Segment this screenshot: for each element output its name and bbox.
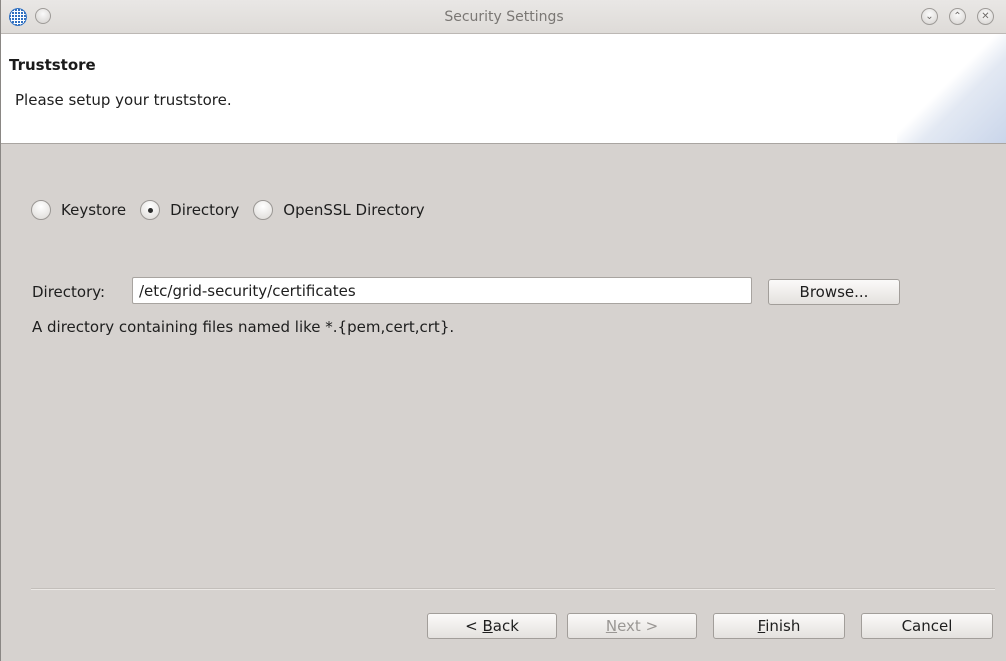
radio-keystore[interactable]: Keystore: [31, 200, 126, 220]
radio-directory[interactable]: Directory: [140, 200, 239, 220]
back-button-prefix: <: [465, 617, 483, 635]
finish-button[interactable]: Finish: [713, 613, 845, 639]
radio-button-checked-icon[interactable]: [140, 200, 161, 220]
radio-button-icon[interactable]: [31, 200, 51, 220]
radio-directory-label: Directory: [170, 201, 240, 219]
back-button-mnemonic: B: [482, 617, 493, 635]
next-button-mnemonic: N: [605, 617, 618, 635]
security-settings-window: Security Settings ⌄ ⌃ ✕ Truststore Pleas…: [0, 0, 1006, 661]
page-description: Please setup your truststore.: [15, 91, 232, 109]
next-button[interactable]: Next >: [567, 613, 697, 639]
browse-button[interactable]: Browse...: [768, 279, 900, 305]
radio-keystore-label: Keystore: [61, 201, 127, 219]
back-button-rest: ack: [492, 617, 519, 635]
window-title: Security Settings: [444, 9, 564, 25]
truststore-type-radio-group: Keystore Directory OpenSSL Directory: [31, 200, 439, 220]
title-bar[interactable]: Security Settings ⌄ ⌃ ✕: [1, 0, 1006, 34]
cancel-button[interactable]: Cancel: [861, 613, 993, 639]
finish-button-rest: inish: [765, 617, 801, 635]
page-title: Truststore: [9, 56, 96, 74]
back-button[interactable]: < Back: [427, 613, 557, 639]
radio-button-icon[interactable]: [253, 200, 274, 220]
minimize-icon[interactable]: ⌄: [921, 8, 938, 25]
directory-label: Directory:: [32, 283, 106, 301]
next-button-rest: ext >: [617, 617, 659, 635]
wizard-header-banner: Truststore Please setup your truststore.: [1, 34, 1006, 144]
banner-decoration: [897, 34, 1006, 143]
maximize-icon[interactable]: ⌃: [949, 8, 966, 25]
directory-hint: A directory containing files named like …: [32, 318, 455, 336]
close-icon[interactable]: ✕: [977, 8, 994, 25]
radio-openssl-directory[interactable]: OpenSSL Directory: [253, 200, 425, 220]
radio-openssl-directory-label: OpenSSL Directory: [283, 201, 425, 219]
footer-separator: [31, 588, 995, 590]
directory-input[interactable]: [132, 277, 752, 304]
